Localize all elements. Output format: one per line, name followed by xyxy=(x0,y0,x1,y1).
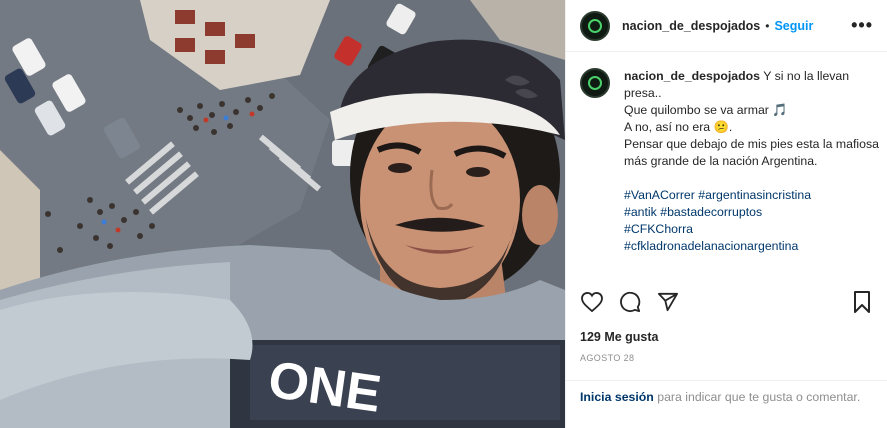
selfie-photo-illustration: ONE xyxy=(0,0,565,428)
caption-text: nacion_de_despojados Y si no la llevan p… xyxy=(624,68,880,255)
login-prompt: Inicia sesión para indicar que te gusta … xyxy=(566,380,887,428)
comment-icon[interactable] xyxy=(618,290,642,314)
hashtag-link[interactable]: #argentinasincristina xyxy=(698,188,811,202)
hashtag-link[interactable]: #antik xyxy=(624,205,657,219)
follow-button[interactable]: Seguir xyxy=(774,19,813,33)
header-separator: • xyxy=(765,18,770,33)
caption-line: Pensar que debajo de mis pies esta la ma… xyxy=(624,137,879,168)
hashtag-list: #VanACorrer #argentinasincristina #antik… xyxy=(624,187,880,255)
caption-line: A no, así no era 😕. xyxy=(624,120,733,134)
avatar[interactable] xyxy=(580,10,610,41)
post-caption: nacion_de_despojados Y si no la llevan p… xyxy=(580,68,880,274)
caption-avatar[interactable] xyxy=(580,68,610,98)
share-icon[interactable] xyxy=(656,290,680,314)
more-options-icon[interactable]: ••• xyxy=(851,15,873,36)
post-photo[interactable]: ONE xyxy=(0,0,565,428)
login-link[interactable]: Inicia sesión xyxy=(580,390,654,404)
login-text: para indicar que te gusta o comentar. xyxy=(657,390,861,404)
caption-line: Que quilombo se va armar 🎵 xyxy=(624,103,788,117)
caption-username[interactable]: nacion_de_despojados xyxy=(624,69,760,83)
hashtag-link[interactable]: #bastadecorruptos xyxy=(660,205,762,219)
instagram-post: ONE nacion_de_despojados • Seguir ••• na… xyxy=(0,0,887,428)
bookmark-icon[interactable] xyxy=(850,290,874,314)
post-header: nacion_de_despojados • Seguir ••• xyxy=(566,0,887,52)
post-date: AGOSTO 28 xyxy=(580,353,635,363)
hashtag-link[interactable]: #cfkladronadelanacionargentina xyxy=(624,239,798,253)
post-sidebar: nacion_de_despojados • Seguir ••• nacion… xyxy=(565,0,887,428)
hashtag-link[interactable]: #VanACorrer xyxy=(624,188,695,202)
username-link[interactable]: nacion_de_despojados xyxy=(622,19,760,33)
like-count[interactable]: 129 Me gusta xyxy=(580,330,659,344)
avatar-logo-icon xyxy=(588,76,602,90)
heart-icon[interactable] xyxy=(580,290,604,314)
action-bar xyxy=(580,288,874,316)
hashtag-link[interactable]: #CFKChorra xyxy=(624,222,693,236)
avatar-logo-icon xyxy=(588,18,602,33)
